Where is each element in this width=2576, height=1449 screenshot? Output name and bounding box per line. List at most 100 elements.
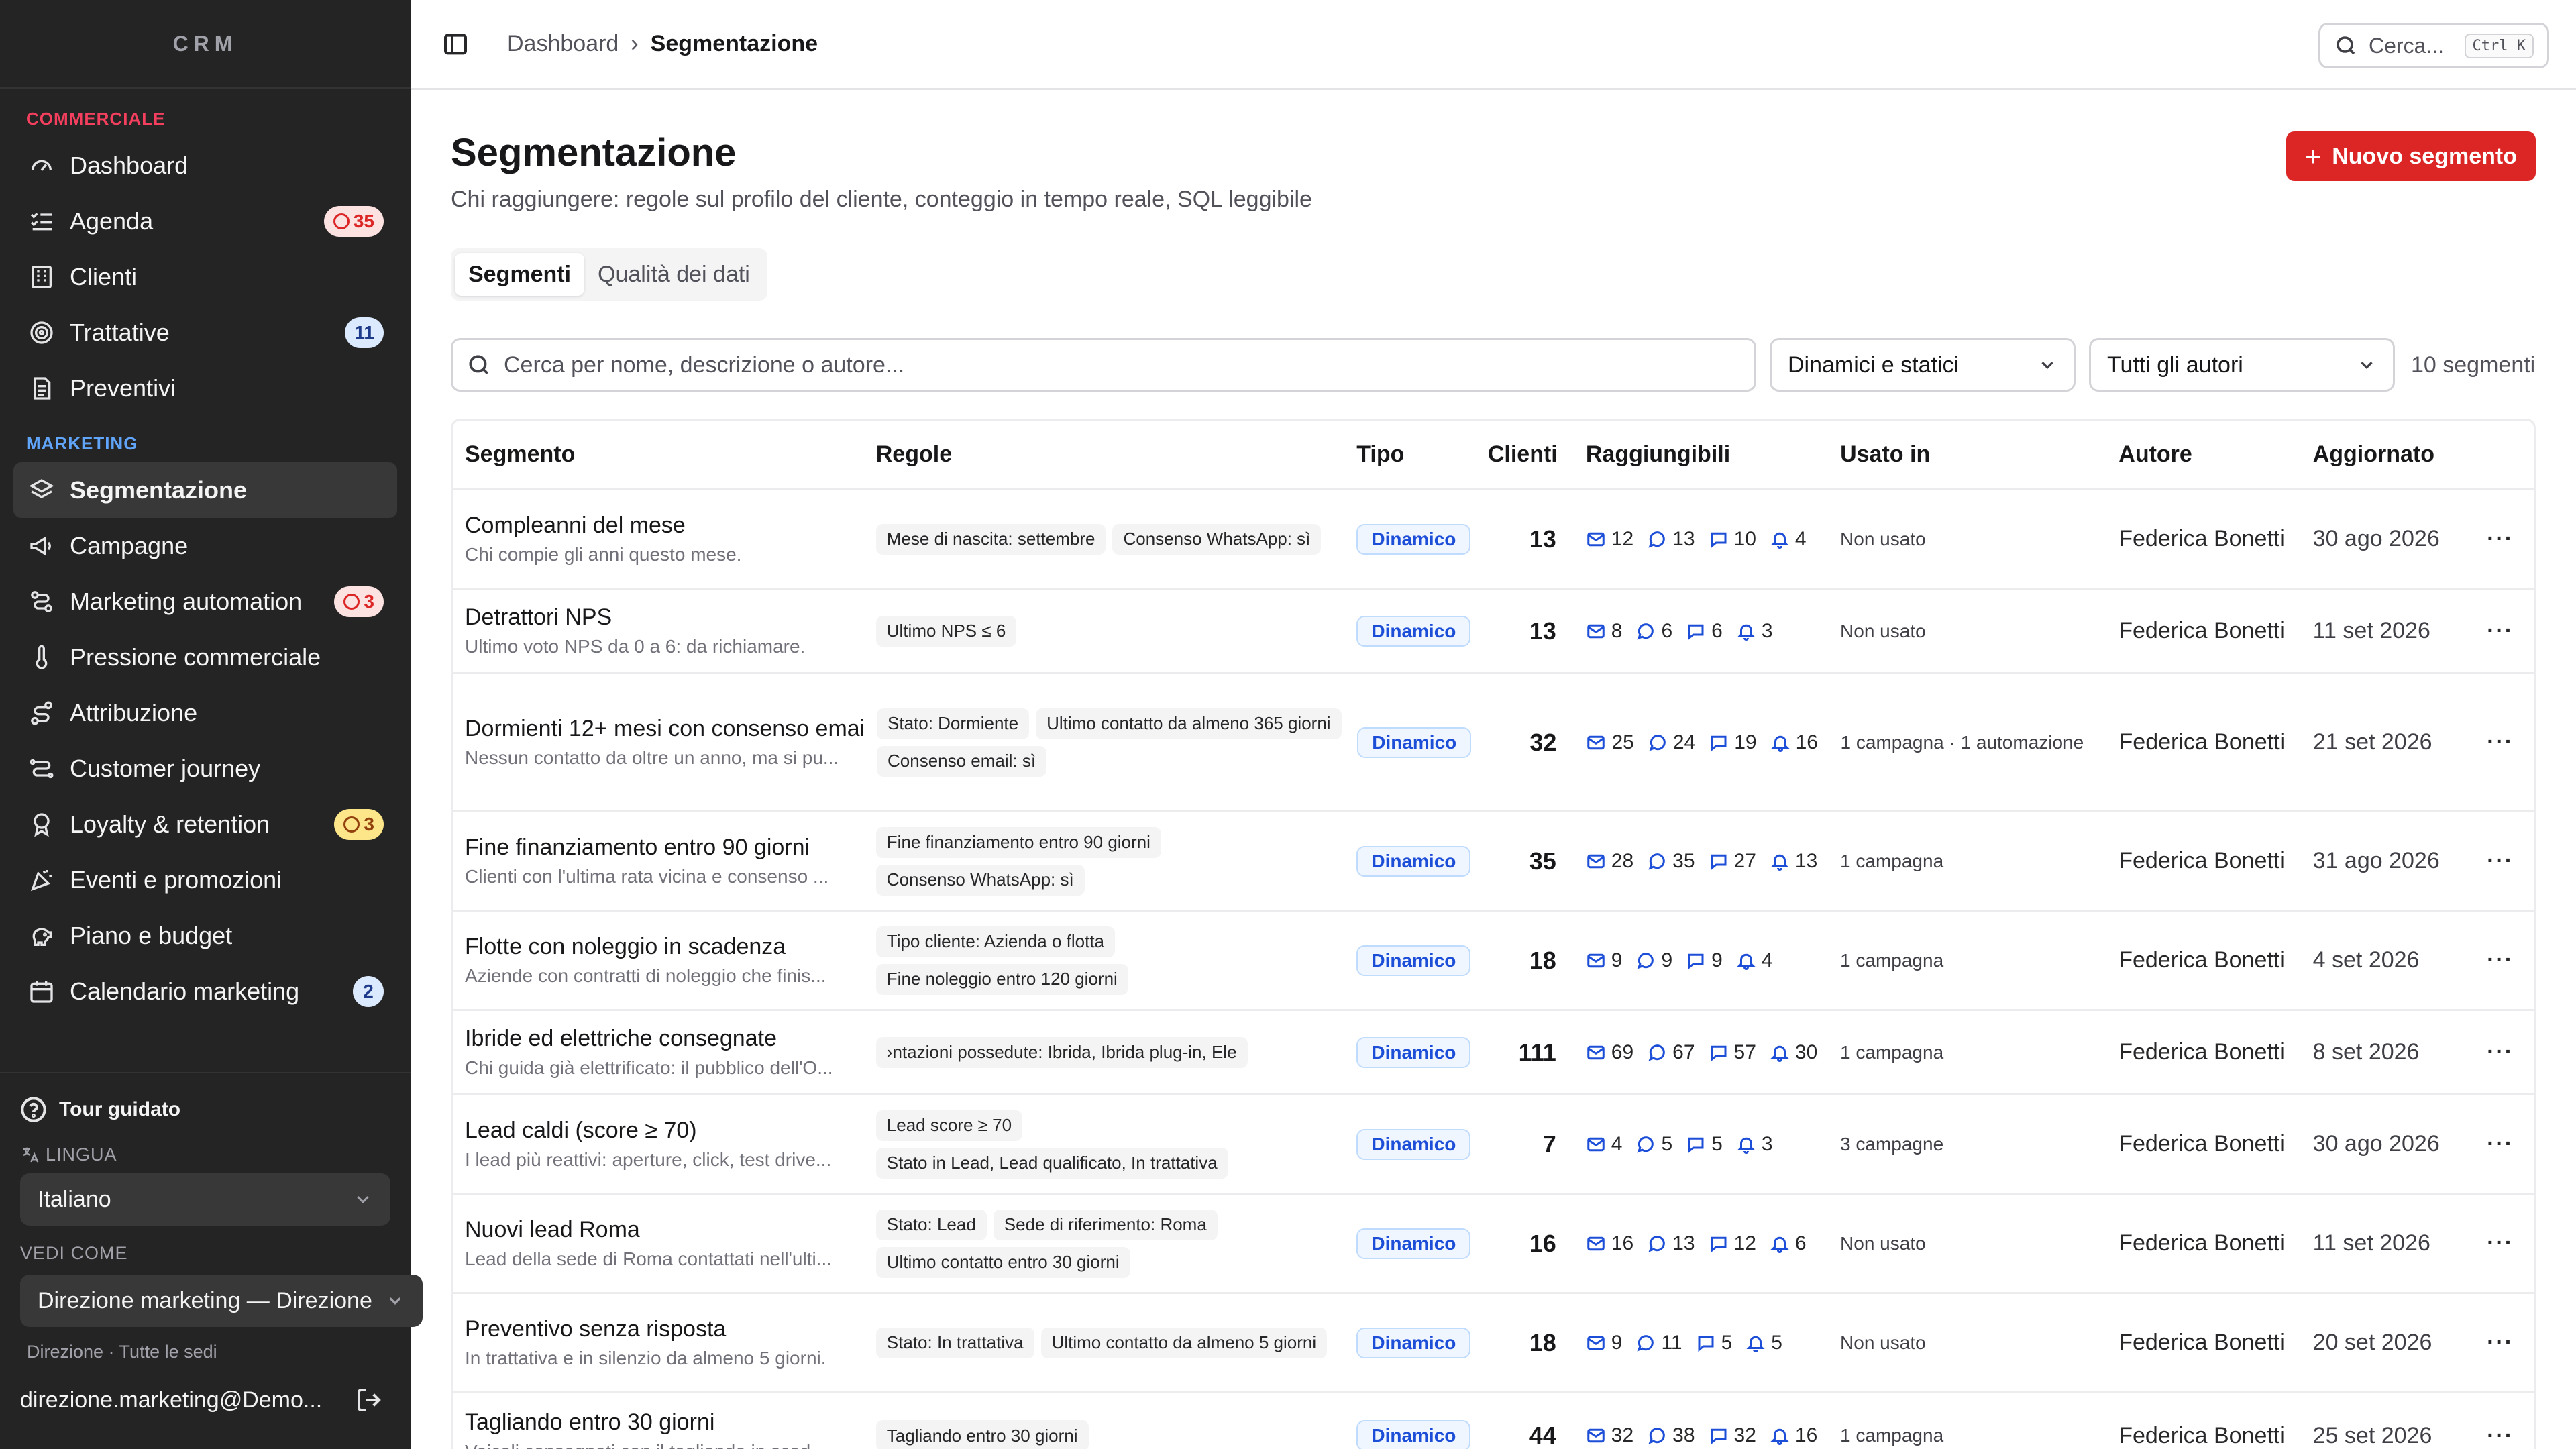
breadcrumb-current: Segmentazione [650,31,818,56]
row-menu-icon[interactable]: ··· [2487,1330,2514,1355]
author: Federica Bonetti [2118,1422,2285,1448]
reach-push: 4 [1770,528,1807,551]
sms-icon [1711,1236,1727,1252]
rule-chip: Mese di nascita: settembre [875,523,1106,555]
segment-name[interactable]: Fine finanziamento entro 90 giorni [465,835,864,861]
new-segment-button[interactable]: + Nuovo segmento [2286,131,2536,181]
tab-segmenti[interactable]: Segmenti [455,253,585,296]
used-in: 1 campagna [1840,850,1944,871]
segment-search-input[interactable]: Cerca per nome, descrizione o autore... [451,338,1756,392]
updated-date: 21 set 2026 [2312,729,2432,755]
author: Federica Bonetti [2118,1039,2285,1065]
sidebar-item-pressione-commerciale[interactable]: Pressione commerciale [13,629,397,685]
table-row[interactable]: Compleanni del mese Chi compie gli anni q… [453,490,2534,590]
count-badge: 35 [323,205,384,237]
table-row[interactable]: Flotte con noleggio in scadenza Aziende c… [453,912,2534,1011]
sidebar-item-calendario-marketing[interactable]: Calendario marketing 2 [13,963,397,1019]
sidebar-item-campagne[interactable]: Campagne [13,518,397,574]
row-menu-icon[interactable]: ··· [2487,1423,2514,1448]
sidebar-item-eventi-e-promozioni[interactable]: Eventi e promozioni [13,852,397,908]
segment-name[interactable]: Compleanni del mese [465,513,864,539]
megaphone-icon [30,535,51,556]
row-menu-icon[interactable]: ··· [2487,618,2514,643]
view-scope-note: Direzione · Tutte le sedi [27,1342,217,1362]
tab-qualita-dati[interactable]: Qualità dei dati [584,253,763,296]
row-menu-icon[interactable]: ··· [2487,1131,2514,1157]
reach-push: 5 [1746,1332,1782,1354]
header-autore: Autore [2118,441,2192,467]
reach-email: 9 [1586,1332,1622,1354]
reach-email: 69 [1586,1041,1633,1064]
author: Federica Bonetti [2118,526,2285,551]
table-row[interactable]: Dormienti 12+ mesi con consenso email Nes… [453,674,2534,812]
tour-button[interactable]: Tour guidato [0,1073,411,1123]
table-row[interactable]: Preventivo senza risposta In trattativa e… [453,1294,2534,1393]
row-menu-icon[interactable]: ··· [2487,1230,2514,1256]
segment-name[interactable]: Dormienti 12+ mesi con consenso email [465,716,865,742]
sidebar-item-segmentazione[interactable]: Segmentazione [13,462,397,518]
sidebar-item-marketing-automation[interactable]: Marketing automation 3 [13,574,397,629]
segment-name[interactable]: Lead caldi (score ≥ 70) [465,1118,864,1144]
sidebar-item-customer-journey[interactable]: Customer journey [13,741,397,796]
segment-name[interactable]: Flotte con noleggio in scadenza [465,934,864,960]
count-badge: 3 [334,808,384,840]
sidebar-item-dashboard[interactable]: Dashboard [13,138,397,193]
sidebar-item-agenda[interactable]: Agenda 35 [13,193,397,249]
bell-icon [1770,1045,1789,1062]
type-filter-select[interactable]: Dinamici e statici [1770,338,2076,392]
sms-icon [1711,532,1727,548]
global-search-button[interactable]: Cerca... Ctrl K [2318,23,2549,68]
sidebar-item-label: Loyalty & retention [70,810,270,838]
header-clienti[interactable]: Clienti [1488,441,1575,468]
sidebar-item-label: Customer journey [70,754,261,782]
sidebar-item-trattative[interactable]: Trattative 11 [13,305,397,360]
sidebar-item-attribuzione[interactable]: Attribuzione [13,685,397,741]
segment-name[interactable]: Tagliando entro 30 giorni [465,1409,864,1436]
table-row[interactable]: Nuovi lead Roma Lead della sede di Roma c… [453,1195,2534,1294]
row-menu-icon[interactable]: ··· [2487,848,2514,873]
reach-sms: 6 [1686,620,1723,643]
table-header: Segmento Regole Tipo Clienti Raggiungibi… [453,421,2534,490]
whatsapp-icon [1648,1235,1665,1252]
help-circle-icon [21,1097,46,1122]
chevron-down-icon [357,1196,369,1203]
whatsapp-icon [1637,1136,1654,1153]
language-select[interactable]: Italiano [20,1173,390,1226]
row-menu-icon[interactable]: ··· [2487,1039,2514,1065]
reach-sms: 5 [1696,1332,1732,1354]
type-filter-value: Dinamici e statici [1788,352,1960,378]
type-badge: Dinamico [1356,1327,1471,1358]
bell-icon [1737,953,1756,970]
updated-date: 30 ago 2026 [2312,526,2440,551]
row-menu-icon[interactable]: ··· [2487,729,2514,755]
view-as-select[interactable]: Direzione marketing — Direzione [20,1275,423,1327]
sidebar-item-loyalty-retention[interactable]: Loyalty & retention 3 [13,796,397,852]
table-row[interactable]: Tagliando entro 30 giorni Veicoli consegn… [453,1393,2534,1449]
segment-description: I lead più reattivi: aperture, click, te… [465,1149,832,1170]
segment-name[interactable]: Ibride ed elettriche consegnate [465,1026,864,1052]
rules-list: Tipo cliente: Azienda o flotta Fine noleg… [875,926,1346,995]
updated-date: 8 set 2026 [2312,1039,2420,1065]
table-row[interactable]: Fine finanziamento entro 90 giorni Client… [453,812,2534,912]
header-segmento[interactable]: Segmento [453,441,864,468]
reach-wa: 9 [1635,949,1672,972]
sidebar-item-piano-e-budget[interactable]: Piano e budget [13,908,397,963]
table-row[interactable]: Lead caldi (score ≥ 70) I lead più reatti… [453,1095,2534,1195]
sidebar-item-preventivi[interactable]: Preventivi [13,360,397,416]
header-aggiornato[interactable]: Aggiornato [2300,441,2467,468]
row-menu-icon[interactable]: ··· [2487,526,2514,551]
segment-name[interactable]: Nuovi lead Roma [465,1217,864,1243]
table-row[interactable]: Detrattori NPS Ultimo voto NPS da 0 a 6: … [453,590,2534,674]
author-filter-select[interactable]: Tutti gli autori [2089,338,2395,392]
breadcrumb-dashboard[interactable]: Dashboard [507,31,619,57]
reach-email: 8 [1586,620,1622,643]
sidebar-toggle-button[interactable] [437,26,474,62]
row-menu-icon[interactable]: ··· [2487,947,2514,973]
reach-wa: 24 [1648,731,1695,754]
author-filter-value: Tutti gli autori [2107,352,2243,378]
sidebar-item-clienti[interactable]: Clienti [13,249,397,305]
logout-icon[interactable] [356,1387,382,1413]
segment-name[interactable]: Preventivo senza risposta [465,1316,864,1342]
table-row[interactable]: Ibride ed elettriche consegnate Chi guida… [453,1011,2534,1095]
segment-name[interactable]: Detrattori NPS [465,604,864,631]
